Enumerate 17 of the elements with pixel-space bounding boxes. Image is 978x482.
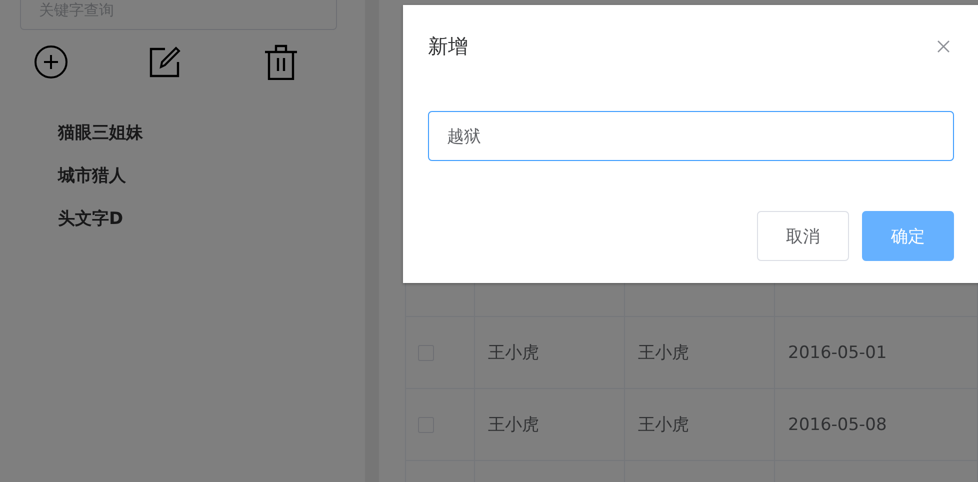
add-icon[interactable] [34, 45, 68, 79]
edit-icon[interactable] [149, 46, 181, 78]
list-item[interactable]: 城市猎人 [58, 165, 126, 187]
cancel-button[interactable]: 取消 [757, 211, 849, 261]
table-cell-text: 王小虎 [638, 414, 689, 436]
close-icon[interactable] [937, 40, 950, 52]
list-item[interactable]: 猫眼三姐妹 [58, 122, 143, 144]
table-cell-text: 王小虎 [488, 414, 539, 436]
confirm-button[interactable]: 确定 [862, 211, 954, 261]
list-item[interactable]: 头文字D [58, 208, 124, 230]
input-field[interactable]: 越狱 [428, 111, 954, 161]
table-cell-text: 王小虎 [638, 342, 689, 364]
table-cell: 2016-05-01 [788, 342, 887, 362]
trash-icon[interactable] [264, 44, 298, 80]
table-cell-text: 王小虎 [488, 342, 539, 364]
table-cell: 2016-05-08 [788, 414, 887, 434]
dialog-title: 新增 [428, 33, 468, 59]
